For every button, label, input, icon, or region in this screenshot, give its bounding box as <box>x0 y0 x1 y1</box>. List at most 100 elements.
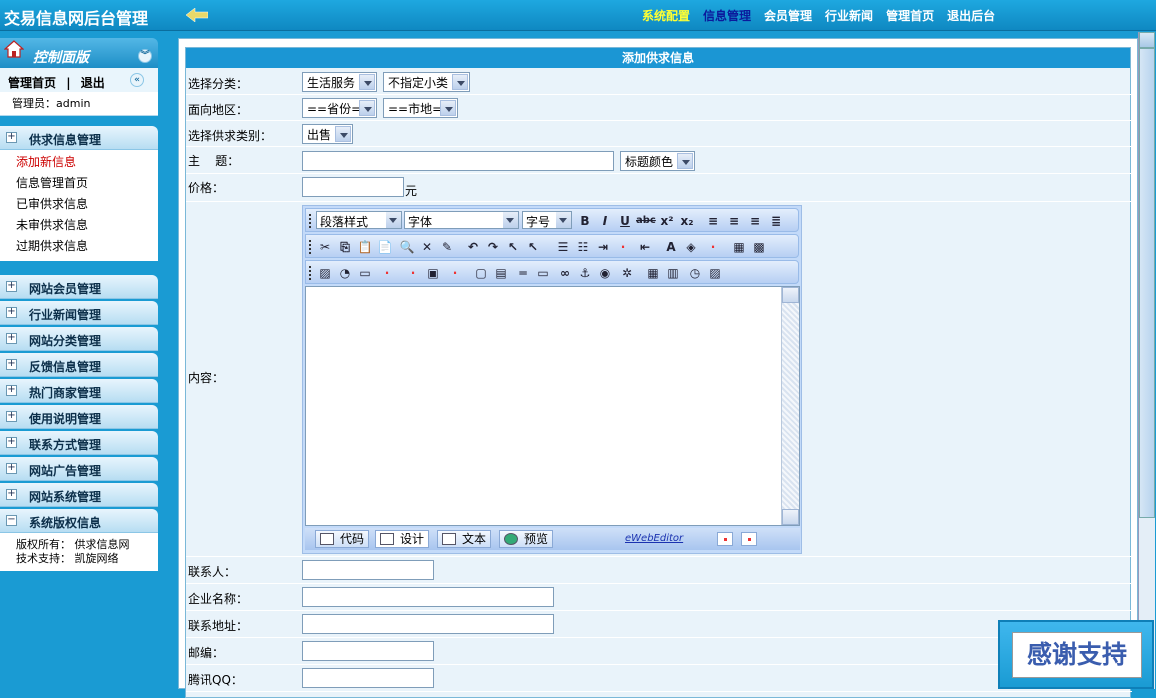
scroll-up-icon[interactable] <box>1139 32 1155 48</box>
nav-admin-home[interactable]: 管理首页 <box>886 7 934 24</box>
tab-preview[interactable]: 预览 <box>499 530 554 548</box>
horizontal-rule-icon[interactable]: ═ <box>514 264 532 282</box>
group-categories[interactable]: + 网站分类管理 <box>0 327 158 351</box>
insert-image-icon[interactable]: ▨ <box>316 264 334 282</box>
subcategory-select[interactable]: 不指定小类 <box>383 72 470 92</box>
back-arrow-icon[interactable] <box>186 8 208 22</box>
address-input[interactable] <box>302 614 554 634</box>
ordered-list-icon[interactable]: ☰ <box>554 238 572 256</box>
justify-icon[interactable]: ≣ <box>767 212 785 230</box>
placeholder-icon[interactable]: · <box>704 238 722 256</box>
city-select[interactable]: ==市地== <box>383 98 458 118</box>
align-center-icon[interactable]: ≡ <box>725 212 743 230</box>
group-supply-demand[interactable]: + 供求信息管理 <box>0 126 158 150</box>
placeholder-icon[interactable]: · <box>446 264 464 282</box>
logout-link[interactable]: 退出 <box>81 76 105 90</box>
marquee-icon[interactable]: ▭ <box>534 264 552 282</box>
sidebar-item-info-home[interactable]: 信息管理首页 <box>0 173 158 194</box>
table-icon[interactable]: ▦ <box>730 238 748 256</box>
align-right-icon[interactable]: ≡ <box>746 212 764 230</box>
editor-shrink-icon[interactable] <box>741 532 757 546</box>
bg-color-icon[interactable]: ◈ <box>682 238 700 256</box>
cut-icon[interactable]: ✂ <box>316 238 334 256</box>
sidebar-item-expired[interactable]: 过期供求信息 <box>0 236 158 257</box>
unordered-list-icon[interactable]: ☷ <box>574 238 592 256</box>
nav-industry-news[interactable]: 行业新闻 <box>825 7 873 24</box>
price-input[interactable] <box>302 177 404 197</box>
sidebar-item-approved[interactable]: 已审供求信息 <box>0 194 158 215</box>
collapse-panel-icon[interactable]: ︾ <box>138 49 152 63</box>
media-icon[interactable]: ▭ <box>356 264 374 282</box>
title-color-select[interactable]: 标题颜色 <box>620 151 695 171</box>
group-feedback[interactable]: + 反馈信息管理 <box>0 353 158 377</box>
group-system[interactable]: + 网站系统管理 <box>0 483 158 507</box>
editor-content-area[interactable] <box>305 286 800 526</box>
copy-icon[interactable]: ⎘ <box>336 238 354 256</box>
layer-icon[interactable]: ▣ <box>424 264 442 282</box>
qq-input[interactable] <box>302 668 434 688</box>
paste-text-icon[interactable]: 📄 <box>376 238 394 256</box>
category-select[interactable]: 生活服务 <box>302 72 377 92</box>
clean-format-icon[interactable]: ✎ <box>438 238 456 256</box>
nav-member-manage[interactable]: 会员管理 <box>764 7 812 24</box>
align-left-icon[interactable]: ≡ <box>704 212 722 230</box>
find-icon[interactable]: 🔍 <box>398 238 416 256</box>
editor-enlarge-icon[interactable] <box>717 532 733 546</box>
scroll-thumb[interactable] <box>1139 48 1155 518</box>
absolute-position-icon[interactable]: ↖ <box>524 238 542 256</box>
redo-icon[interactable]: ↷ <box>484 238 502 256</box>
placeholder-icon[interactable]: · <box>614 238 632 256</box>
province-select[interactable]: ==省份== <box>302 98 377 118</box>
font-select[interactable]: 字体 <box>404 211 519 229</box>
company-input[interactable] <box>302 587 554 607</box>
editor-scrollbar[interactable] <box>781 287 799 525</box>
flash-icon[interactable]: ◔ <box>336 264 354 282</box>
group-ads[interactable]: + 网站广告管理 <box>0 457 158 481</box>
thanks-badge[interactable]: 感谢支持 <box>998 620 1154 689</box>
placeholder-icon[interactable]: · <box>378 264 396 282</box>
editor-brand-link[interactable]: eWebEditor <box>625 533 683 544</box>
group-hot-merchants[interactable]: + 热门商家管理 <box>0 379 158 403</box>
contact-input[interactable] <box>302 560 434 580</box>
type-select[interactable]: 出售 <box>302 124 353 144</box>
date-icon[interactable]: ▥ <box>664 264 682 282</box>
tab-code[interactable]: 代码 <box>315 530 370 548</box>
delete-icon[interactable]: ✕ <box>418 238 436 256</box>
group-instructions[interactable]: + 使用说明管理 <box>0 405 158 429</box>
italic-icon[interactable]: I <box>596 212 614 230</box>
superscript-icon[interactable]: x² <box>658 212 676 230</box>
subscript-icon[interactable]: x₂ <box>678 212 696 230</box>
admin-home-link[interactable]: 管理首页 <box>8 76 56 90</box>
group-news[interactable]: + 行业新闻管理 <box>0 301 158 325</box>
select-icon[interactable]: ↖ <box>504 238 522 256</box>
nav-logout[interactable]: 退出后台 <box>947 7 995 24</box>
unlink-icon[interactable]: ✲ <box>618 264 636 282</box>
group-copyright[interactable]: − 系统版权信息 <box>0 509 158 533</box>
outdent-icon[interactable]: ⇤ <box>636 238 654 256</box>
special-char-icon[interactable]: ▦ <box>644 264 662 282</box>
collapse-sidebar-icon[interactable]: « <box>130 73 144 87</box>
undo-icon[interactable]: ↶ <box>464 238 482 256</box>
nav-system-config[interactable]: 系统配置 <box>642 7 690 24</box>
group-contact[interactable]: + 联系方式管理 <box>0 431 158 455</box>
image-icon[interactable]: ▩ <box>750 238 768 256</box>
text-color-icon[interactable]: A <box>662 238 680 256</box>
indent-icon[interactable]: ⇥ <box>594 238 612 256</box>
strikethrough-icon[interactable]: abc <box>636 212 656 230</box>
paragraph-style-select[interactable]: 段落样式 <box>316 211 402 229</box>
fieldset-icon[interactable]: ▢ <box>472 264 490 282</box>
page-scrollbar[interactable] <box>1138 32 1155 689</box>
link-icon[interactable]: ∞ <box>556 264 574 282</box>
emoticon-icon[interactable]: ▨ <box>706 264 724 282</box>
postcode-input[interactable] <box>302 641 434 661</box>
tab-text[interactable]: 文本 <box>437 530 492 548</box>
nav-info-manage[interactable]: 信息管理 <box>703 7 751 24</box>
underline-icon[interactable]: U <box>616 212 634 230</box>
sidebar-item-add-info[interactable]: 添加新信息 <box>0 152 158 173</box>
group-members[interactable]: + 网站会员管理 <box>0 275 158 299</box>
font-size-select[interactable]: 字号 <box>522 211 572 229</box>
scroll-down-icon[interactable] <box>782 509 799 525</box>
scroll-up-icon[interactable] <box>782 287 799 303</box>
anchor-icon[interactable]: ⚓ <box>576 264 594 282</box>
bold-icon[interactable]: B <box>576 212 594 230</box>
